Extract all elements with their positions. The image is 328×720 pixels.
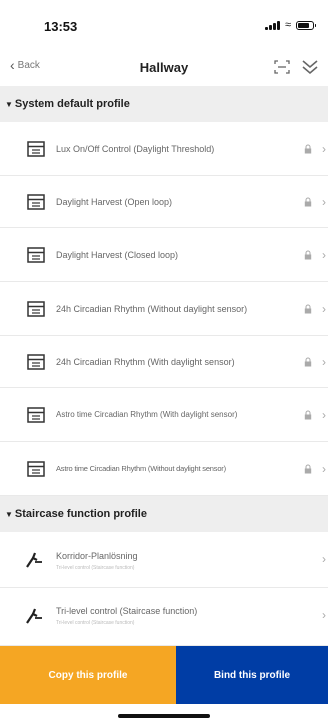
lock-icon xyxy=(304,410,312,420)
status-bar: 13:53 ≈ xyxy=(0,0,328,50)
profile-label: 24h Circadian Rhythm (Without daylight s… xyxy=(56,304,248,314)
profile-label: Lux On/Off Control (Daylight Threshold) xyxy=(56,144,215,154)
triangle-down-icon: ▼ xyxy=(5,509,13,519)
home-indicator[interactable] xyxy=(118,714,210,718)
lock-icon xyxy=(304,144,312,154)
bind-profile-button[interactable]: Bind this profile xyxy=(176,646,328,704)
chevron-right-icon: › xyxy=(322,195,326,209)
luminaire-icon xyxy=(27,247,45,263)
profile-row[interactable]: 24h Circadian Rhythm (With daylight sens… xyxy=(0,336,328,388)
profile-label: Tri-level control (Staircase function) xyxy=(56,606,198,616)
triangle-down-icon: ▼ xyxy=(5,99,13,109)
section-title: System default profile xyxy=(14,98,130,110)
battery-icon xyxy=(296,21,316,30)
status-icons: ≈ xyxy=(265,19,316,31)
chevron-right-icon: › xyxy=(322,248,326,262)
profile-row[interactable]: 24h Circadian Rhythm (Without daylight s… xyxy=(0,282,328,336)
status-time: 13:53 xyxy=(44,19,78,34)
staircase-sensor-icon xyxy=(26,608,42,624)
profile-row[interactable]: Tri-level control (Staircase function) T… xyxy=(0,588,328,646)
chevron-right-icon: › xyxy=(322,355,326,369)
signal-icon xyxy=(265,21,280,30)
luminaire-icon xyxy=(27,141,45,157)
double-chevron-down-icon[interactable] xyxy=(300,57,320,77)
chevron-right-icon: › xyxy=(322,608,326,622)
chevron-right-icon: › xyxy=(322,408,326,422)
profile-sublabel: Tri-level control (Staircase function) xyxy=(56,620,135,626)
lock-icon xyxy=(304,357,312,367)
section-header-system-default[interactable]: ▼ System default profile xyxy=(0,86,328,122)
profile-label: Astro time Circadian Rhythm (Without day… xyxy=(56,464,226,473)
wifi-icon: ≈ xyxy=(284,19,291,31)
chevron-right-icon: › xyxy=(322,552,326,566)
chevron-right-icon: › xyxy=(322,302,326,316)
profile-row[interactable]: Lux On/Off Control (Daylight Threshold) … xyxy=(0,122,328,176)
profile-label: Astro time Circadian Rhythm (With daylig… xyxy=(56,410,238,419)
chevron-right-icon: › xyxy=(322,142,326,156)
profile-row[interactable]: Astro time Circadian Rhythm (With daylig… xyxy=(0,388,328,442)
profile-label: Daylight Harvest (Closed loop) xyxy=(56,250,179,260)
profile-row[interactable]: Daylight Harvest (Open loop) › xyxy=(0,176,328,228)
section-title: Staircase function profile xyxy=(14,508,147,520)
lock-icon xyxy=(304,464,312,474)
chevron-right-icon: › xyxy=(322,462,326,476)
luminaire-icon xyxy=(27,194,45,210)
profile-row[interactable]: Korridor-Planlösning Tri-level control (… xyxy=(0,532,328,588)
luminaire-icon xyxy=(27,407,45,423)
lock-icon xyxy=(304,197,312,207)
luminaire-icon xyxy=(27,354,45,370)
profile-label: Daylight Harvest (Open loop) xyxy=(56,197,173,207)
profile-row[interactable]: Daylight Harvest (Closed loop) › xyxy=(0,228,328,282)
profile-label: Korridor-Planlösning xyxy=(56,551,138,561)
luminaire-icon xyxy=(27,461,45,477)
staircase-sensor-icon xyxy=(26,552,42,568)
section-header-staircase[interactable]: ▼ Staircase function profile xyxy=(0,496,328,532)
copy-profile-button[interactable]: Copy this profile xyxy=(0,646,176,704)
nav-bar: ‹ Back Hallway xyxy=(0,50,328,86)
profile-row[interactable]: Astro time Circadian Rhythm (Without day… xyxy=(0,442,328,496)
lock-icon xyxy=(304,250,312,260)
profile-label: 24h Circadian Rhythm (With daylight sens… xyxy=(56,357,235,367)
luminaire-icon xyxy=(27,301,45,317)
lock-icon xyxy=(304,304,312,314)
profile-sublabel: Tri-level control (Staircase function) xyxy=(56,565,135,571)
scan-icon[interactable] xyxy=(274,59,290,75)
